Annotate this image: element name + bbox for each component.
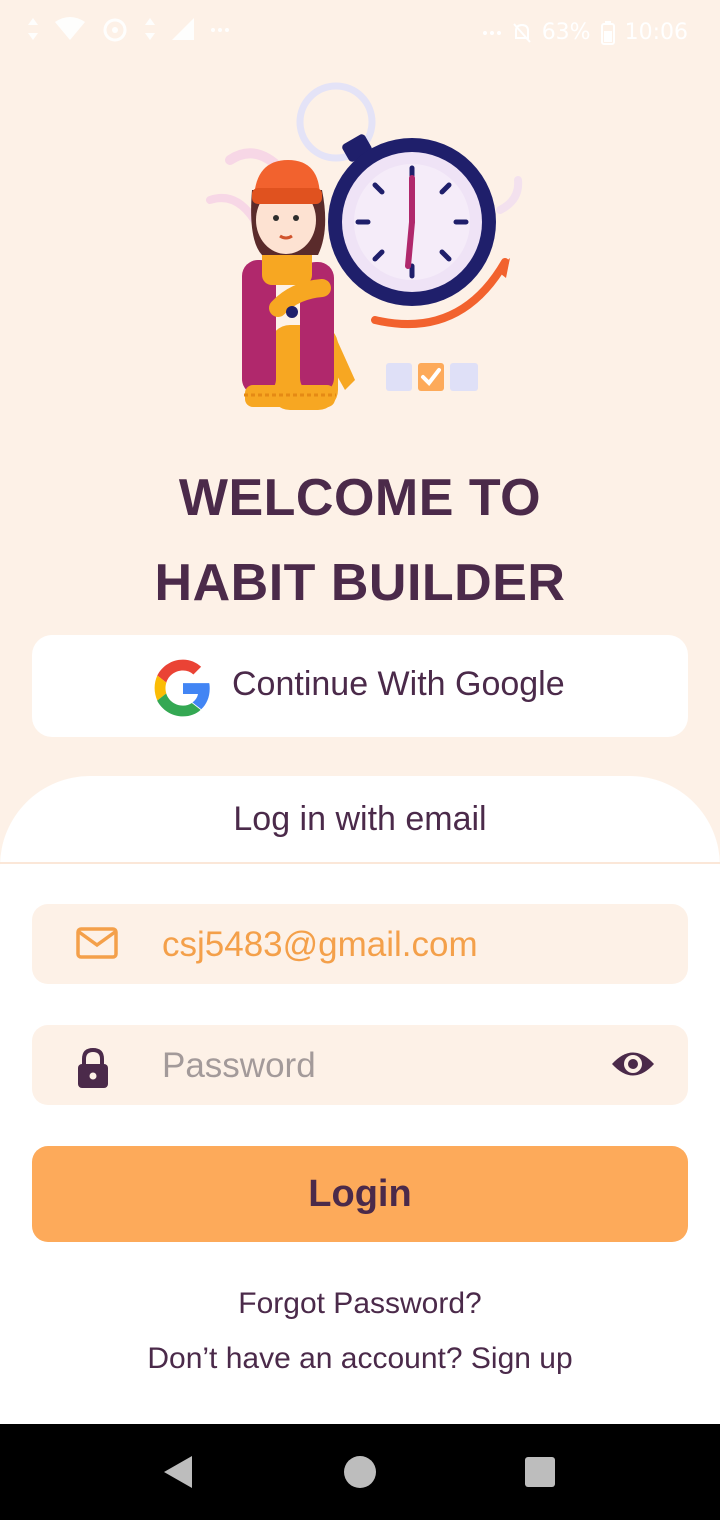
battery-percent: 63%: [541, 20, 591, 45]
battery-icon: [600, 20, 615, 45]
signal-arrows-icon: [145, 18, 155, 40]
login-button[interactable]: Login: [32, 1146, 688, 1242]
email-input[interactable]: [160, 918, 584, 972]
sheet-divider: [0, 862, 720, 864]
lock-icon: [78, 1047, 108, 1088]
more-dots-icon: [482, 30, 501, 35]
login-sheet-title: Log in with email: [233, 800, 487, 838]
data-arrows-icon: [28, 18, 38, 40]
status-bar: 63% 10:06: [0, 0, 720, 64]
cell-signal-icon: [172, 18, 194, 40]
password-field-container: [32, 1025, 688, 1105]
status-right-icons: 63% 10:06: [482, 20, 688, 45]
more-notifications-icon: [211, 28, 229, 32]
mail-icon: [76, 927, 118, 959]
wifi-icon: [55, 17, 85, 40]
welcome-title-line1: WELCOME TO: [178, 469, 542, 527]
clock-time: 10:06: [624, 20, 688, 45]
google-button-label: Continue With Google: [232, 665, 565, 703]
google-logo-icon: [154, 659, 210, 717]
back-icon[interactable]: [160, 1454, 196, 1490]
password-input[interactable]: [160, 1039, 584, 1093]
hotspot-icon: [103, 18, 127, 42]
eye-icon[interactable]: [610, 1047, 656, 1081]
home-icon[interactable]: [344, 1456, 376, 1488]
signup-link[interactable]: Don’t have an account? Sign up: [0, 1342, 720, 1376]
recent-apps-icon[interactable]: [525, 1457, 555, 1487]
habit-illustration: [206, 82, 523, 410]
continue-with-google-button[interactable]: Continue With Google: [32, 635, 688, 737]
forgot-password-link[interactable]: Forgot Password?: [0, 1287, 720, 1321]
email-field-container: [32, 904, 688, 984]
mute-icon: [512, 22, 531, 43]
welcome-title-line2: HABIT BUILDER: [154, 554, 566, 612]
status-left-icons: [26, 16, 230, 42]
system-nav-bar: [0, 1424, 720, 1520]
